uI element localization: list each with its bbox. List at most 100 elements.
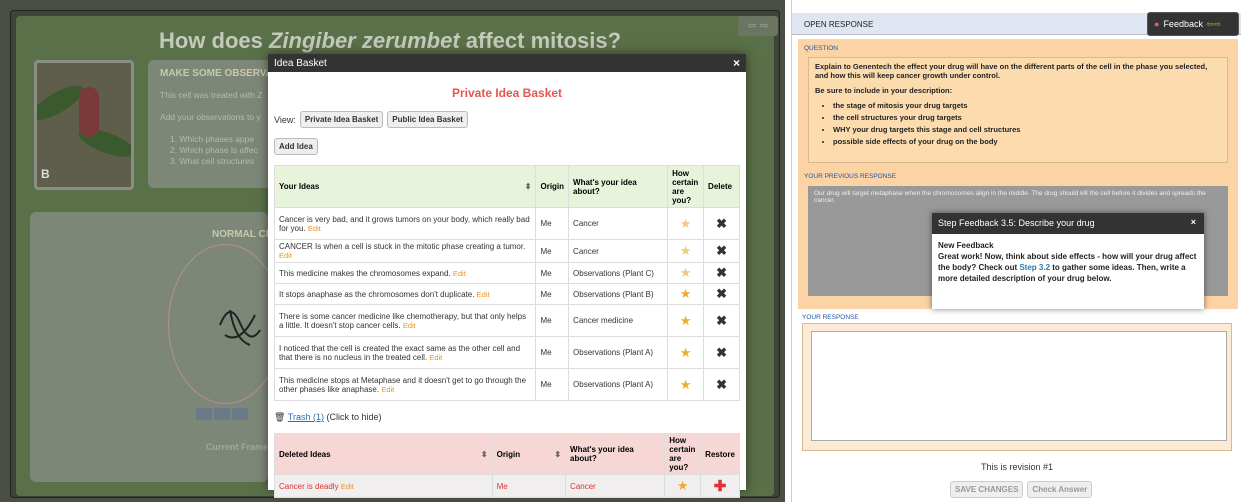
- popup-body: New Feedback Great work! Now, think abou…: [938, 241, 1197, 283]
- speech-bubble-icon: ●: [1154, 19, 1160, 29]
- delete-icon[interactable]: ✖: [703, 207, 740, 240]
- previous-response-text: Our drug will target metaphase when the …: [814, 190, 1206, 204]
- deleted-idea-text: Cancer is deadly: [279, 481, 339, 491]
- idea-about: Cancer: [568, 239, 669, 263]
- column-header-origin[interactable]: Origin: [535, 165, 570, 208]
- your-response-label: YOUR RESPONSE: [802, 314, 859, 321]
- current-frame-label: Current Frame: [206, 442, 269, 452]
- idea-text: CANCER Is when a cell is stuck in the mi…: [279, 242, 526, 251]
- check-answer-button[interactable]: Check Answer: [1027, 481, 1093, 498]
- table-row: This medicine makes the chromosomes expa…: [273, 262, 740, 284]
- edit-link[interactable]: Edit: [453, 269, 466, 278]
- response-textarea[interactable]: [811, 331, 1227, 441]
- star-icon: ★: [679, 312, 692, 328]
- popup-header: Step Feedback 3.5: Describe your drug ×: [932, 213, 1204, 234]
- delete-icon[interactable]: ✖: [703, 283, 740, 305]
- edit-link[interactable]: Edit: [279, 251, 292, 260]
- edit-link[interactable]: Edit: [403, 321, 416, 330]
- idea-about: Cancer: [568, 207, 669, 240]
- edit-link[interactable]: Edit: [381, 385, 394, 394]
- edit-link[interactable]: Edit: [429, 353, 442, 362]
- star-icon: ★: [679, 243, 692, 258]
- delete-icon[interactable]: ✖: [703, 368, 740, 401]
- nav-arrows-icon[interactable]: ⇦⇨: [1206, 19, 1221, 29]
- question-box: Explain to Genentech the effect your dru…: [808, 57, 1228, 163]
- view-selector: View: Private Idea Basket Public Idea Ba…: [274, 111, 740, 128]
- page-title: How does Zingiber zerumbet affect mitosi…: [158, 28, 622, 53]
- edit-link[interactable]: Edit: [477, 290, 490, 299]
- open-response-panel: OPEN RESPONSE ● Feedback ⇦⇨ QUESTION Expla…: [791, 0, 1241, 502]
- observation-card: [148, 60, 278, 188]
- column-header-origin[interactable]: Origin ⬍: [491, 433, 567, 475]
- table-row: It stops anaphase as the chromosomes don…: [273, 283, 740, 305]
- table-row: I noticed that the cell is created the e…: [273, 336, 740, 369]
- edit-link[interactable]: Edit: [308, 224, 321, 233]
- close-icon[interactable]: ×: [1191, 217, 1196, 227]
- save-changes-button[interactable]: SAVE CHANGES: [950, 481, 1024, 498]
- idea-origin: Me: [535, 262, 570, 284]
- plant-photo: B: [34, 60, 134, 190]
- public-basket-button[interactable]: Public Idea Basket: [387, 111, 468, 128]
- table-row: This medicine stops at Metaphase and it …: [273, 368, 740, 401]
- column-header-certain[interactable]: How certain are you?: [664, 433, 702, 475]
- playback-controls[interactable]: [196, 408, 250, 422]
- table-row: Cancer is deadly Edit Me Cancer ★ ✚: [274, 474, 740, 498]
- question-text: Explain to Genentech the effect your dru…: [815, 62, 1208, 80]
- observation-question: 2. Which phase is affec: [170, 145, 258, 155]
- dialog-header: Idea Basket ×: [268, 54, 746, 72]
- idea-origin: Me: [535, 368, 570, 401]
- table-row: There is some cancer medicine like chemo…: [273, 304, 740, 337]
- idea-about: Observations (Plant B): [568, 283, 669, 305]
- feedback-button[interactable]: ● Feedback ⇦⇨: [1147, 12, 1239, 36]
- list-item: the stage of mitosis your drug targets: [833, 101, 1221, 110]
- idea-about: Observations (Plant A): [568, 368, 669, 401]
- list-item: possible side effects of your drug on th…: [833, 137, 1221, 146]
- idea-about: Cancer: [565, 474, 666, 498]
- popup-title: Step Feedback 3.5: Describe your drug: [938, 218, 1095, 228]
- basket-title: Private Idea Basket: [451, 86, 563, 100]
- delete-icon[interactable]: ✖: [703, 262, 740, 284]
- column-header-about[interactable]: What's your idea about?: [565, 433, 666, 475]
- ideas-table: Your Ideas ⬍ Origin What's your idea abou…: [273, 165, 740, 401]
- column-header-restore[interactable]: Restore: [700, 433, 740, 475]
- list-item: the cell structures your drug targets: [833, 113, 1221, 122]
- idea-origin: Me: [491, 474, 567, 498]
- chromosome-icon: [219, 309, 261, 346]
- idea-basket-dialog: Idea Basket × Private Idea Basket View: …: [268, 54, 746, 498]
- delete-icon[interactable]: ✖: [703, 239, 740, 263]
- column-header-delete[interactable]: Delete: [703, 165, 740, 208]
- cell-title: NORMAL CE: [212, 229, 273, 240]
- column-header-certain[interactable]: How certain are you?: [667, 165, 705, 208]
- star-icon: ★: [679, 215, 692, 231]
- restore-icon[interactable]: ✚: [700, 474, 740, 498]
- rewind-icon[interactable]: [196, 408, 212, 420]
- dialog-title: Idea Basket: [274, 58, 327, 69]
- column-header-ideas[interactable]: Your Ideas ⬍: [273, 165, 537, 208]
- column-header-deleted-ideas[interactable]: Deleted Ideas ⬍: [274, 433, 493, 475]
- new-feedback-label: New Feedback: [938, 241, 994, 250]
- stop-icon[interactable]: [232, 408, 248, 420]
- trash-row: 🗑 Trash (1) (Click to hide): [274, 412, 740, 423]
- delete-icon[interactable]: ✖: [703, 336, 740, 369]
- add-idea-button[interactable]: Add Idea: [274, 138, 318, 155]
- observation-line: Add your observations to y: [160, 112, 261, 122]
- idea-text: I noticed that the cell is created the e…: [279, 343, 521, 362]
- response-container: [802, 323, 1232, 451]
- observation-line: This cell was treated with Z: [160, 90, 263, 100]
- photo-label: B: [41, 167, 50, 181]
- previous-response-label: YOUR PREVIOUS RESPONSE: [804, 173, 897, 180]
- step-back-icon[interactable]: [214, 408, 230, 420]
- trash-icon: 🗑: [274, 412, 286, 422]
- star-icon: ★: [679, 344, 692, 360]
- trash-link[interactable]: Trash (1): [288, 412, 324, 422]
- table-row: CANCER Is when a cell is stuck in the mi…: [273, 239, 740, 263]
- private-basket-button[interactable]: Private Idea Basket: [299, 111, 384, 128]
- delete-icon[interactable]: ✖: [703, 304, 740, 337]
- view-label: View:: [274, 114, 296, 125]
- close-icon[interactable]: ×: [733, 56, 740, 70]
- step-link[interactable]: Step 3.2: [1019, 263, 1050, 272]
- edit-link[interactable]: Edit: [341, 482, 354, 491]
- idea-origin: Me: [535, 283, 570, 305]
- step-nav-arrows[interactable]: ⇦ ⇨: [738, 16, 778, 36]
- column-header-about[interactable]: What's your idea about?: [568, 165, 669, 208]
